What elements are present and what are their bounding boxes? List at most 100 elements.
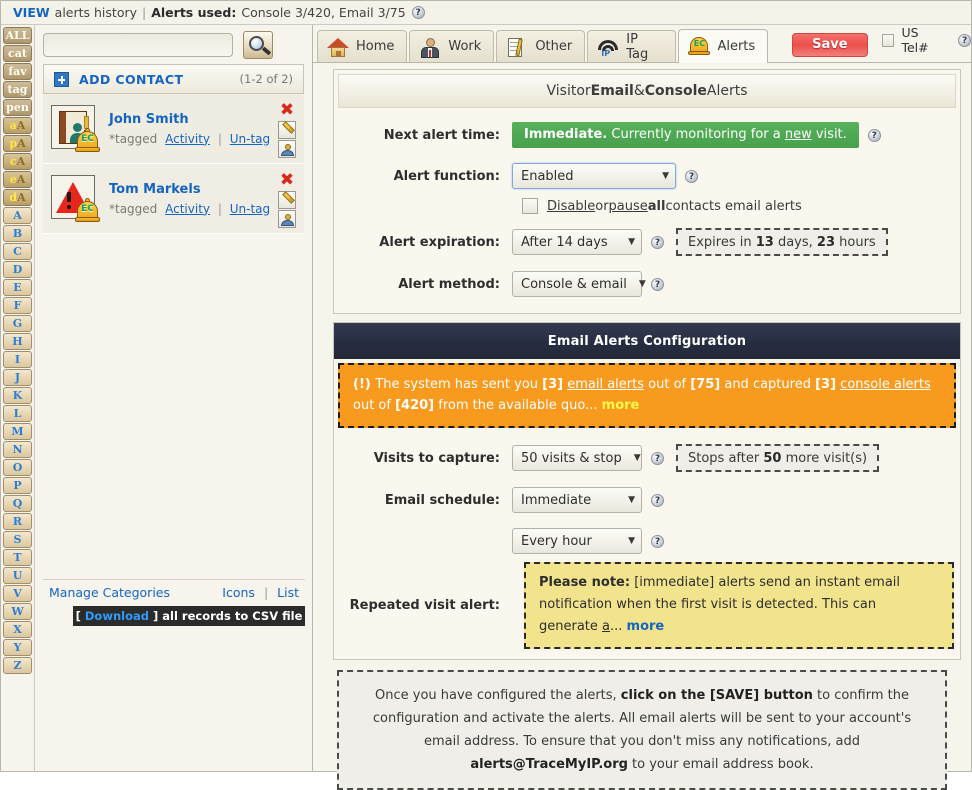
help-icon[interactable]: ? (685, 170, 698, 183)
rail-button-ea[interactable]: eA (3, 171, 32, 188)
rail-button-v[interactable]: V (3, 585, 32, 602)
search-button[interactable] (243, 31, 273, 59)
pause-link[interactable]: pause (609, 199, 648, 214)
search-input[interactable] (43, 33, 233, 57)
note-more-link[interactable]: more (627, 619, 665, 634)
rail-button-g[interactable]: G (3, 315, 32, 332)
rail-button-e[interactable]: E (3, 279, 32, 296)
rail-button-all[interactable]: ALL (3, 27, 32, 44)
contact-name[interactable]: John Smith (109, 112, 304, 127)
tab-home[interactable]: Home (317, 30, 407, 62)
download-link[interactable]: Download (85, 609, 149, 623)
rail-button-b[interactable]: B (3, 225, 32, 242)
rail-button-pen[interactable]: pen (3, 99, 32, 116)
chevron-down-icon: ▼ (616, 237, 635, 247)
rail-button-p[interactable]: P (3, 477, 32, 494)
rail-button-tag[interactable]: tag (3, 81, 32, 98)
disable-all-checkbox[interactable] (522, 198, 538, 214)
console-alerts-link[interactable]: console alerts (840, 377, 931, 392)
note-a-link[interactable]: a (602, 619, 610, 634)
rail-button-f[interactable]: F (3, 297, 32, 314)
rail-button-a[interactable]: A (3, 207, 32, 224)
rail-button-h[interactable]: H (3, 333, 32, 350)
rail-button-s[interactable]: S (3, 531, 32, 548)
config-form: Visits to capture: 50 visits & stop ▼ ? … (334, 428, 960, 649)
rail-button-j[interactable]: J (3, 369, 32, 386)
help-icon[interactable]: ? (651, 278, 664, 291)
rail-button-da[interactable]: dA (3, 189, 32, 206)
rail-button-c[interactable]: C (3, 243, 32, 260)
tab-other[interactable]: Other (496, 30, 585, 62)
help-icon[interactable]: ? (412, 6, 425, 19)
email-schedule-select[interactable]: Immediate ▼ (512, 487, 642, 513)
alert-expiration-select[interactable]: After 14 days ▼ (512, 229, 642, 255)
rail-button-fav[interactable]: fav (3, 63, 32, 80)
contact-profile-button[interactable] (278, 140, 296, 158)
contact-name[interactable]: Tom Markels (109, 182, 304, 197)
icons-view-link[interactable]: Icons (222, 585, 255, 600)
expiration-info: Expires in 13 days, 23 hours (676, 228, 888, 256)
rail-button-i[interactable]: I (3, 351, 32, 368)
rail-button-o[interactable]: O (3, 459, 32, 476)
activity-link[interactable]: Activity (165, 202, 210, 216)
help-icon[interactable]: ? (868, 129, 881, 142)
untag-link[interactable]: Un-tag (230, 202, 270, 216)
rail-button-k[interactable]: K (3, 387, 32, 404)
alert-bell-badge-icon: EC (75, 128, 101, 155)
activity-link[interactable]: Activity (165, 132, 210, 146)
rail-button-d[interactable]: D (3, 261, 32, 278)
rail-button-ca[interactable]: cA (3, 153, 32, 170)
edit-contact-button[interactable] (278, 121, 296, 139)
user-body-icon (281, 150, 294, 156)
rail-button-q[interactable]: Q (3, 495, 32, 512)
help-icon[interactable]: ? (651, 452, 664, 465)
contact-profile-button[interactable] (278, 210, 296, 228)
list-item[interactable]: EC Tom Markels *tagged Activity | Un-tag… (43, 164, 304, 234)
rail-button-x[interactable]: X (3, 621, 32, 638)
alphabet-rail: ALLcatfavtagpenaApAcAeAdAABCDEFGHIJKLMNO… (1, 25, 35, 771)
list-item[interactable]: EC John Smith *tagged Activity | Un-tag … (43, 94, 304, 164)
help-icon[interactable]: ? (651, 494, 664, 507)
rail-button-m[interactable]: M (3, 423, 32, 440)
untag-link[interactable]: Un-tag (230, 132, 270, 146)
rail-button-aa[interactable]: aA (3, 117, 32, 134)
repeat-frequency-select[interactable]: Every hour ▼ (512, 528, 642, 554)
rail-button-w[interactable]: W (3, 603, 32, 620)
search-row (35, 25, 312, 64)
alert-function-select[interactable]: Enabled ▼ (512, 163, 676, 189)
rail-button-cat[interactable]: cat (3, 45, 32, 62)
save-button[interactable]: Save (792, 33, 867, 57)
tab-work[interactable]: Work (409, 30, 494, 62)
delete-contact-button[interactable]: ✖ (278, 102, 296, 120)
rail-button-n[interactable]: N (3, 441, 32, 458)
help-icon[interactable]: ? (651, 535, 664, 548)
list-view-link[interactable]: List (277, 585, 299, 600)
help-icon[interactable]: ? (651, 236, 664, 249)
rail-button-z[interactable]: Z (3, 657, 32, 674)
alert-method-select[interactable]: Console & email ▼ (512, 271, 642, 297)
edit-contact-button[interactable] (278, 191, 296, 209)
us-tel-checkbox[interactable] (882, 34, 895, 47)
rail-button-r[interactable]: R (3, 513, 32, 530)
visits-to-capture-select[interactable]: 50 visits & stop ▼ (512, 445, 642, 471)
add-contact-button[interactable]: ADD CONTACT (1-2 of 2) (43, 64, 304, 94)
delete-contact-button[interactable]: ✖ (278, 172, 296, 190)
manage-categories-link[interactable]: Manage Categories (49, 585, 170, 600)
warning-dot-icon (67, 205, 71, 209)
repeated-visit-alert-label: Repeated visit alert: (344, 598, 512, 613)
view-mode-links: Icons | List (222, 585, 299, 600)
rail-button-t[interactable]: T (3, 549, 32, 566)
email-alerts-link[interactable]: email alerts (567, 377, 644, 392)
rail-button-l[interactable]: L (3, 405, 32, 422)
rail-button-pa[interactable]: pA (3, 135, 32, 152)
repeat-frequency-row: Every hour ▼ ? (334, 528, 960, 554)
help-icon[interactable]: ? (958, 34, 971, 47)
disable-link[interactable]: Disable (547, 199, 595, 214)
rail-button-u[interactable]: U (3, 567, 32, 584)
tab-ip-tag[interactable]: IP IP Tag (587, 30, 676, 62)
app-window: VIEW alerts history | Alerts used: Conso… (0, 0, 972, 772)
view-alerts-history-link[interactable]: VIEW (13, 5, 50, 20)
notice-more-link[interactable]: more (602, 398, 640, 413)
tab-alerts[interactable]: EC Alerts (678, 29, 768, 63)
rail-button-y[interactable]: Y (3, 639, 32, 656)
